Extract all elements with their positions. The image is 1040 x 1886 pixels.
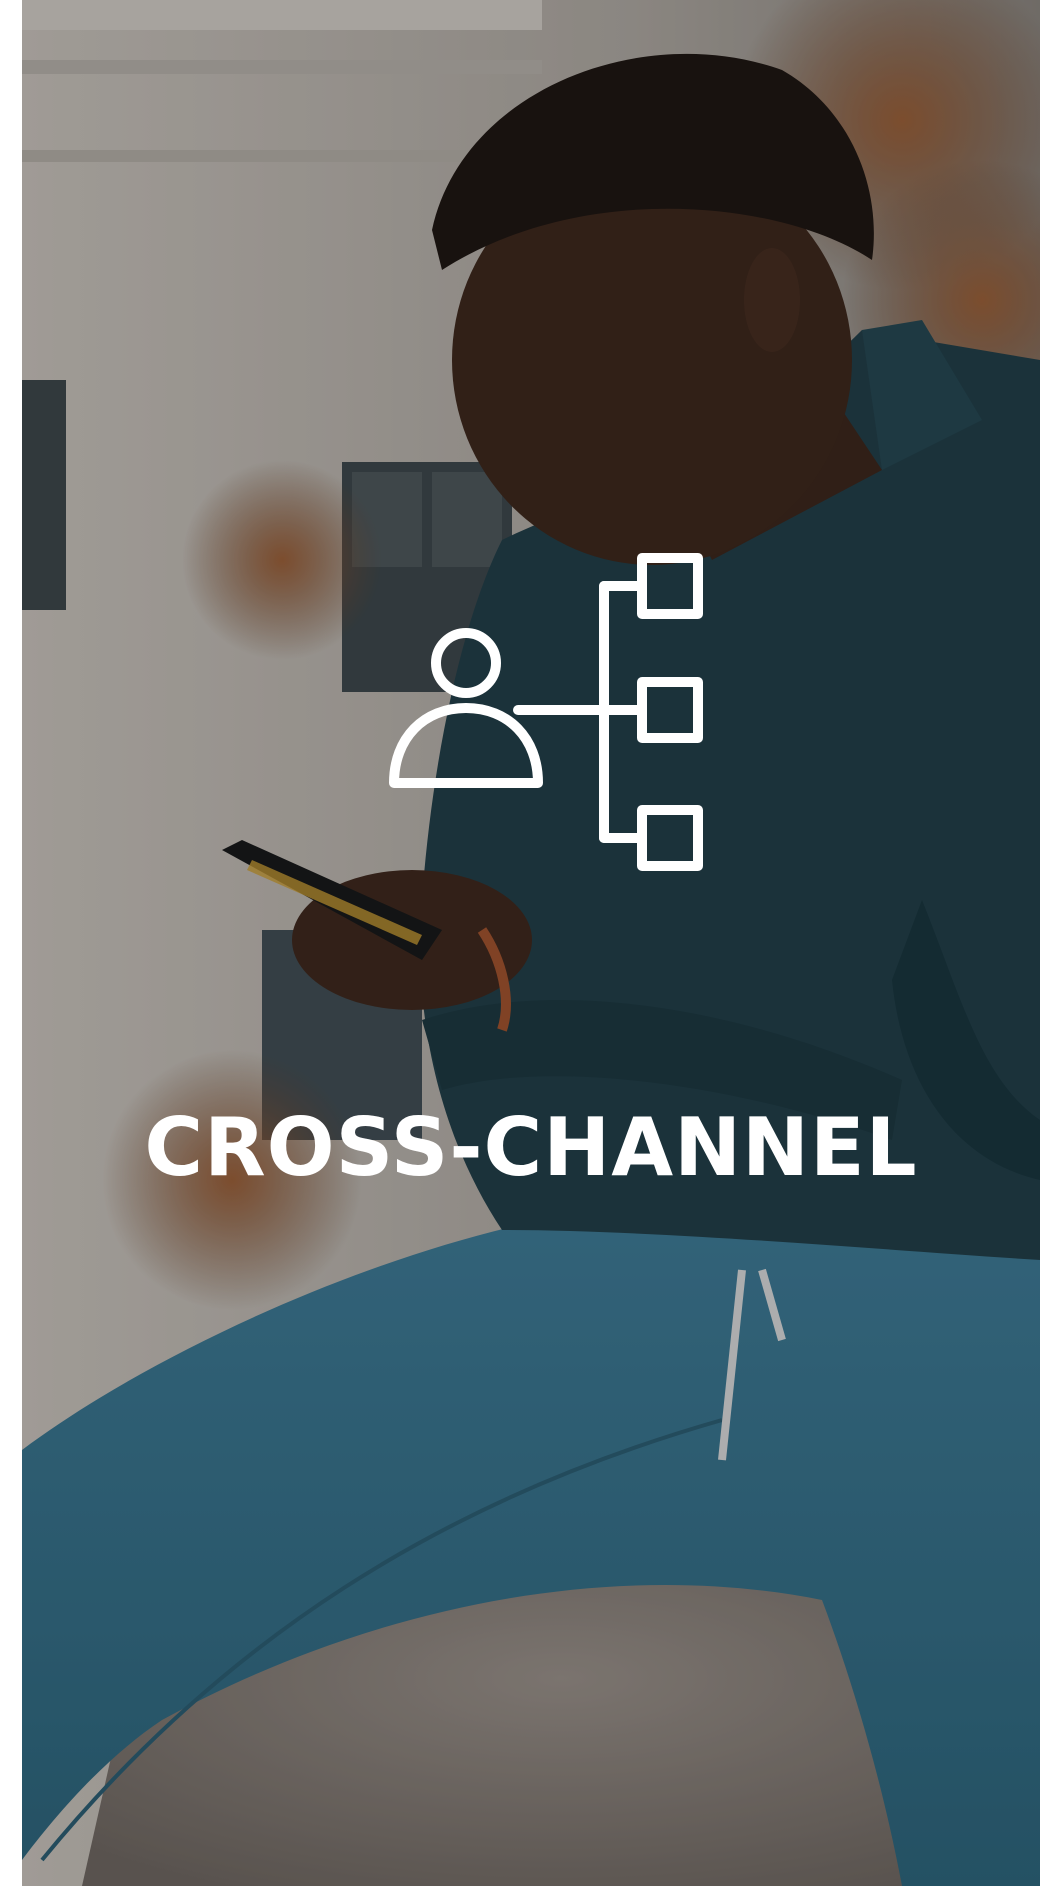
hero-card: CROSS-CHANNEL bbox=[22, 0, 1040, 1886]
left-margin bbox=[0, 0, 22, 1886]
headline: CROSS-CHANNEL bbox=[144, 1101, 918, 1194]
person-network-icon bbox=[372, 548, 722, 878]
background-photo bbox=[22, 0, 1040, 1886]
